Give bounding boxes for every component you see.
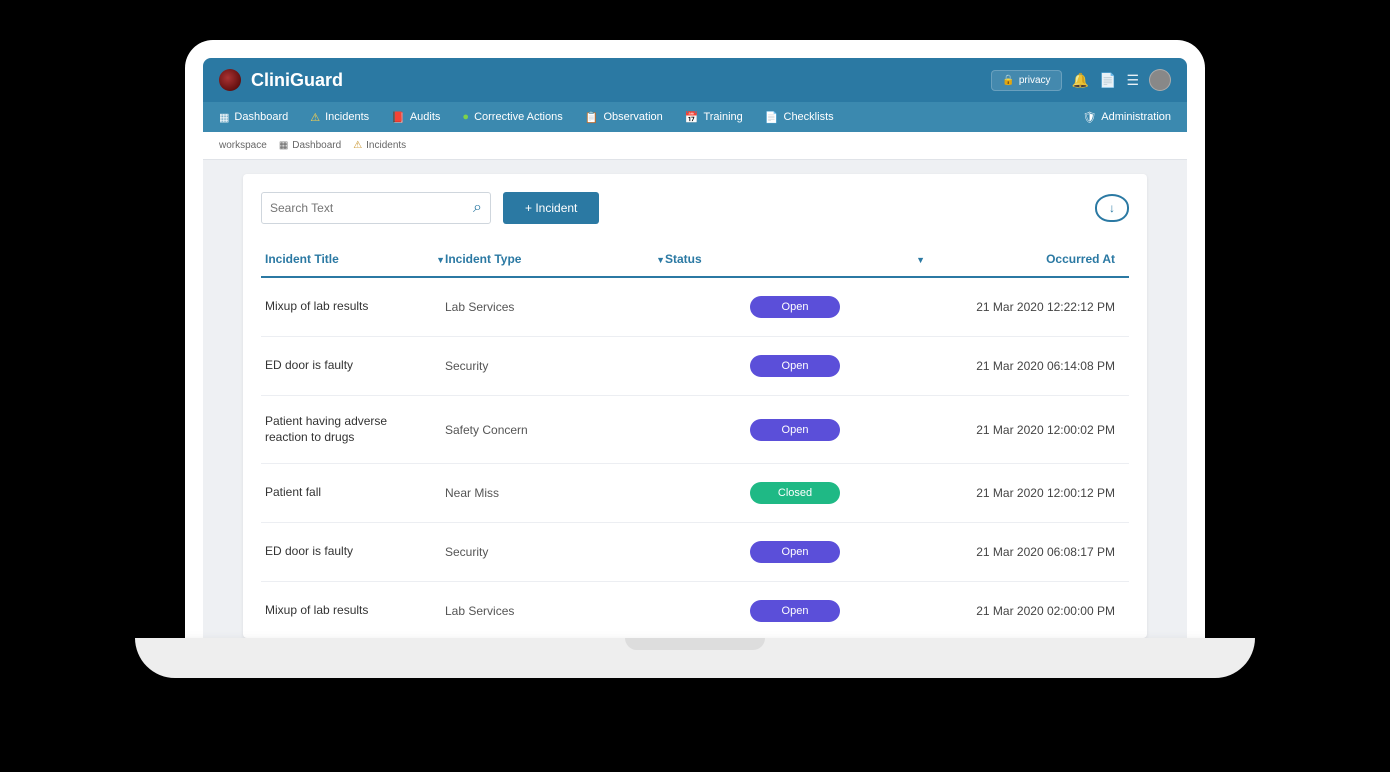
main-nav: Dashboard Incidents Audits Corrective Ac… <box>203 102 1187 132</box>
incidents-card: + Incident Incident Title Incident Type … <box>243 174 1147 638</box>
globe-icon <box>462 111 469 123</box>
cell-date: 21 Mar 2020 02:00:00 PM <box>925 604 1125 618</box>
grid-icon <box>219 111 229 124</box>
menu-icon[interactable]: ☰ <box>1126 72 1139 89</box>
status-badge-open[interactable]: Open <box>750 600 840 622</box>
nav-checklists[interactable]: Checklists <box>765 111 834 124</box>
book-icon <box>391 111 405 124</box>
calendar-icon <box>685 111 699 124</box>
cell-status: Open <box>665 600 925 622</box>
cell-title: Patient fall <box>265 485 445 501</box>
cell-date: 21 Mar 2020 06:14:08 PM <box>925 359 1125 373</box>
warning-icon <box>353 140 366 151</box>
app-screen: CliniGuard privacy 🔔 📄 ☰ Dashboard Incid… <box>203 58 1187 638</box>
brand-logo-icon <box>219 69 241 91</box>
cell-status: Open <box>665 296 925 318</box>
status-badge-open[interactable]: Open <box>750 419 840 441</box>
status-badge-open[interactable]: Open <box>750 541 840 563</box>
status-badge-open[interactable]: Open <box>750 355 840 377</box>
table-row[interactable]: ED door is faultySecurity Open 21 Mar 2020… <box>261 523 1129 582</box>
cell-status: Closed <box>665 482 925 504</box>
privacy-button[interactable]: privacy <box>991 70 1061 91</box>
col-type[interactable]: Incident Type <box>445 252 665 266</box>
cell-status: Open <box>665 541 925 563</box>
cell-date: 21 Mar 2020 06:08:17 PM <box>925 545 1125 559</box>
nav-incidents[interactable]: Incidents <box>310 111 369 124</box>
table-row[interactable]: Patient fallNear Miss Closed 21 Mar 2020 1… <box>261 464 1129 523</box>
cell-status: Open <box>665 355 925 377</box>
cell-title: Mixup of lab results <box>265 603 445 619</box>
status-badge-closed[interactable]: Closed <box>750 482 840 504</box>
cell-type: Near Miss <box>445 486 665 500</box>
add-incident-button[interactable]: + Incident <box>503 192 599 224</box>
nav-observation[interactable]: Observation <box>585 111 663 124</box>
cell-type: Lab Services <box>445 604 665 618</box>
cell-type: Security <box>445 359 665 373</box>
cell-title: ED door is faulty <box>265 358 445 374</box>
col-title[interactable]: Incident Title <box>265 252 445 266</box>
top-bar: CliniGuard privacy 🔔 📄 ☰ <box>203 58 1187 102</box>
cell-type: Lab Services <box>445 300 665 314</box>
cell-status: Open <box>665 419 925 441</box>
search-box[interactable] <box>261 192 491 224</box>
lock-icon <box>1002 75 1014 86</box>
avatar[interactable] <box>1149 69 1171 91</box>
bell-icon[interactable]: 🔔 <box>1072 72 1089 89</box>
table-body: Mixup of lab resultsLab ServicesOpen21 M… <box>261 278 1129 638</box>
cell-date: 21 Mar 2020 12:00:12 PM <box>925 486 1125 500</box>
privacy-label: privacy <box>1019 75 1051 86</box>
main-area: + Incident Incident Title Incident Type … <box>203 160 1187 638</box>
filter-icon[interactable] <box>436 252 445 266</box>
cell-title: Mixup of lab results <box>265 299 445 315</box>
breadcrumb-dashboard[interactable]: Dashboard <box>279 140 341 151</box>
nav-audits[interactable]: Audits <box>391 111 440 124</box>
download-icon[interactable] <box>1095 194 1129 222</box>
status-badge-open[interactable]: Open <box>750 296 840 318</box>
document-icon[interactable]: 📄 <box>1099 72 1116 89</box>
brand-name: CliniGuard <box>251 70 343 91</box>
laptop-base <box>135 638 1255 678</box>
cell-type: Security <box>445 545 665 559</box>
shield-icon <box>1082 111 1096 124</box>
cell-type: Safety Concern <box>445 423 665 437</box>
search-input[interactable] <box>270 201 473 215</box>
cell-title: Patient having adverse reaction to drugs <box>265 414 445 445</box>
toolbar: + Incident <box>261 192 1129 224</box>
nav-corrective-actions[interactable]: Corrective Actions <box>462 111 562 123</box>
cell-date: 21 Mar 2020 12:22:12 PM <box>925 300 1125 314</box>
col-date[interactable]: Occurred At <box>925 252 1125 266</box>
table-row[interactable]: Patient having adverse reaction to drugs… <box>261 396 1129 464</box>
breadcrumb-incidents[interactable]: Incidents <box>353 140 406 151</box>
search-icon[interactable] <box>473 199 482 217</box>
col-status[interactable]: Status <box>665 252 925 266</box>
cell-title: ED door is faulty <box>265 544 445 560</box>
nav-dashboard[interactable]: Dashboard <box>219 111 288 124</box>
nav-administration[interactable]: Administration <box>1082 111 1171 124</box>
warning-icon <box>310 111 320 124</box>
table-row[interactable]: ED door is faultySecurity Open 21 Mar 2020… <box>261 337 1129 396</box>
checklist-icon <box>765 111 779 124</box>
nav-training[interactable]: Training <box>685 111 743 124</box>
table-row[interactable]: Mixup of lab resultsLab Services Open 21 M… <box>261 278 1129 337</box>
table-header: Incident Title Incident Type Status Occu… <box>261 242 1129 278</box>
clipboard-icon <box>585 111 599 124</box>
breadcrumb-workspace[interactable]: workspace <box>219 140 267 151</box>
filter-icon[interactable] <box>916 252 925 266</box>
laptop-frame: CliniGuard privacy 🔔 📄 ☰ Dashboard Incid… <box>185 40 1205 638</box>
filter-icon[interactable] <box>656 252 665 266</box>
cell-date: 21 Mar 2020 12:00:02 PM <box>925 423 1125 437</box>
breadcrumb: workspace Dashboard Incidents <box>203 132 1187 160</box>
grid-icon <box>279 140 292 151</box>
table-row[interactable]: Mixup of lab resultsLab Services Open 21 M… <box>261 582 1129 638</box>
